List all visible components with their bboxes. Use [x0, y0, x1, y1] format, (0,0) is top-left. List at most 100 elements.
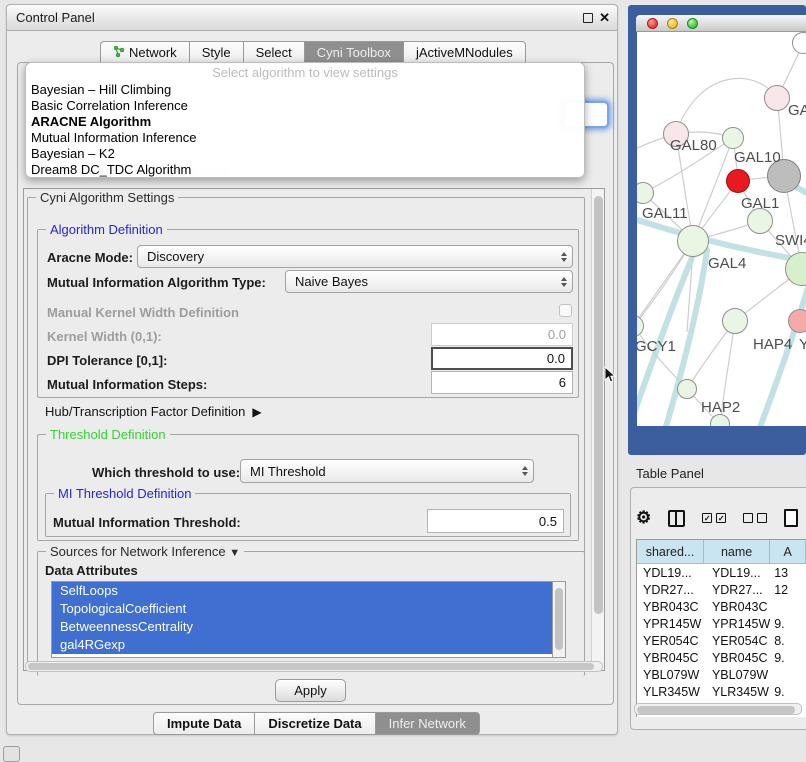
node-label-y: Y [799, 336, 806, 353]
control-panel-titlebar: Control Panel ✕ [7, 5, 617, 31]
column-header-a[interactable]: A [770, 540, 806, 564]
network-node[interactable] [788, 309, 806, 333]
mi-threshold-field[interactable]: 0.5 [427, 509, 564, 533]
minimize-button[interactable] [667, 18, 678, 29]
settings-vertical-scrollbar[interactable] [591, 189, 604, 670]
attribute-item-betweennesscentrality[interactable]: BetweennessCentrality [52, 618, 552, 636]
kernel-width-field[interactable]: 0.0 [431, 323, 573, 346]
close-button[interactable] [647, 18, 658, 29]
aracne-mode-select[interactable]: Discovery [137, 245, 573, 268]
float-window-icon[interactable] [583, 13, 593, 23]
network-node[interactable] [677, 379, 697, 399]
table-header: shared...nameA [637, 540, 806, 564]
algorithm-option-basic-correlation-inference[interactable]: Basic Correlation Inference [26, 98, 584, 114]
network-node[interactable] [722, 308, 748, 334]
table-body: YDL19...YDL19...13YDR27...YDR27...12YBR0… [637, 564, 806, 717]
node-table: shared...nameA YDL19...YDL19...13YDR27..… [636, 539, 806, 717]
attribute-item-selfloops[interactable]: SelfLoops [52, 582, 552, 600]
scrollbar-thumb[interactable] [28, 663, 594, 670]
node-label-gal: GAL [788, 102, 806, 119]
network-canvas[interactable]: GAL80GAL10GAL1GAL11SWI4GAL4GCY1HAP4YHAP2… [637, 32, 806, 426]
dpi-tolerance-label: DPI Tolerance [0,1]: [47, 353, 167, 368]
table-row[interactable]: YDR27...YDR27...12 [637, 581, 806, 598]
table-cell: YER054C [637, 632, 704, 649]
dpi-tolerance-field[interactable]: 0.0 [431, 347, 573, 370]
close-icon[interactable]: ✕ [599, 10, 610, 26]
scrollbar-thumb[interactable] [594, 196, 603, 614]
algorithm-option-bayesian-k2[interactable]: Bayesian – K2 [26, 146, 584, 162]
hub-definition-expander[interactable]: Hub/Transcription Factor Definition▶ [45, 404, 262, 419]
network-node[interactable] [764, 85, 790, 111]
list-vertical-scrollbar[interactable] [553, 581, 566, 658]
apply-button[interactable]: Apply [275, 679, 346, 702]
zoom-button[interactable] [687, 18, 698, 29]
tab-network[interactable]: Network [100, 41, 189, 64]
table-cell: YPR145W [637, 615, 704, 632]
table-row[interactable]: YBR043CYBR043C [637, 598, 806, 615]
scrollbar-thumb[interactable] [637, 706, 795, 714]
algorithm-option-mutual-information-inference[interactable]: Mutual Information Inference [26, 130, 584, 146]
scrollbar-thumb[interactable] [555, 588, 563, 650]
tab-discretize-data[interactable]: Discretize Data [254, 712, 374, 735]
deselect-all-icon[interactable] [743, 513, 767, 523]
data-attributes-label: Data Attributes [45, 563, 138, 578]
gear-icon[interactable]: ⚙ [636, 508, 651, 528]
network-window-titlebar[interactable] [636, 15, 806, 32]
expand-right-icon[interactable]: ▶ [252, 405, 261, 419]
network-edge-thick[interactable] [759, 284, 806, 426]
column-header-shared[interactable]: shared... [637, 540, 704, 564]
mi-steps-field[interactable]: 6 [431, 371, 573, 394]
minimized-panel-icon[interactable] [3, 746, 20, 762]
settings-horizontal-scrollbar[interactable] [25, 661, 603, 672]
table-row[interactable]: YDL19...YDL19...13 [637, 564, 806, 581]
table-cell: YBR045C [637, 649, 704, 666]
group-title: Sources for Network Inference ▼ [46, 544, 244, 559]
collapse-down-icon[interactable]: ▼ [229, 547, 240, 559]
tab-select[interactable]: Select [243, 41, 304, 64]
new-table-icon[interactable] [784, 509, 798, 527]
tab-label: Network [129, 45, 177, 60]
tab-jactivemnodules[interactable]: jActiveMNodules [403, 41, 526, 64]
tab-infer-network[interactable]: Infer Network [375, 712, 480, 735]
node-label-hap4: HAP4 [753, 336, 792, 353]
select-all-icon[interactable]: ✓ ✓ [702, 513, 726, 523]
table-row[interactable]: YBR045CYBR045C9. [637, 649, 806, 666]
table-cell: YBR043C [704, 598, 770, 615]
column-layout-icon[interactable] [668, 510, 685, 527]
column-header-name[interactable]: name [704, 540, 770, 564]
table-row[interactable]: YBL079WYBL079W [637, 666, 806, 683]
tab-impute-data[interactable]: Impute Data [153, 712, 254, 735]
algorithm-option-dream8-dc-tdc-algorithm[interactable]: Dream8 DC_TDC Algorithm [26, 162, 584, 178]
sources-title: Sources for Network Inference [50, 544, 226, 559]
desktop: Control Panel ✕ Inference Algorithm gal-… [0, 0, 806, 762]
which-threshold-select[interactable]: MI Threshold [240, 459, 534, 483]
tab-style[interactable]: Style [189, 41, 243, 64]
bottom-tab-bar: Impute DataDiscretize DataInfer Network [153, 712, 480, 735]
tab-cyni-toolbox[interactable]: Cyni Toolbox [304, 41, 403, 64]
table-cell: 13 [770, 564, 806, 581]
attribute-item-topologicalcoefficient[interactable]: TopologicalCoefficient [52, 600, 552, 618]
network-node[interactable] [722, 127, 744, 149]
table-row[interactable]: YER054CYER054C8. [637, 632, 806, 649]
network-view-window: GAL80GAL10GAL1GAL11SWI4GAL4GCY1HAP4YHAP2… [628, 5, 806, 455]
network-node[interactable] [677, 225, 709, 257]
network-node[interactable] [726, 169, 750, 193]
group-title: MI Threshold Definition [54, 486, 195, 501]
spinner-arrows-icon [522, 466, 528, 476]
group-title: Threshold Definition [46, 427, 170, 442]
algorithm-option-bayesian-hill-climbing[interactable]: Bayesian – Hill Climbing [26, 82, 584, 98]
network-edge[interactable] [676, 78, 777, 134]
field-value: 0.0 [547, 351, 565, 366]
which-threshold-label: Which threshold to use: [92, 465, 240, 480]
algorithm-option-aracne-algorithm[interactable]: ARACNE Algorithm [26, 114, 584, 130]
table-row[interactable]: YLR345WYLR345W9. [637, 683, 806, 700]
table-cell: YDR27... [704, 581, 770, 598]
attribute-item-gal4rgexp[interactable]: gal4RGexp [52, 636, 552, 654]
table-cell: YPR145W [704, 615, 770, 632]
mi-algorithm-type-select[interactable]: Naive Bayes [285, 270, 573, 293]
mi-type-label: Mutual Information Algorithm Type: [47, 275, 266, 290]
table-horizontal-scrollbar[interactable] [634, 703, 802, 715]
table-row[interactable]: YPR145WYPR145W9. [637, 615, 806, 632]
table-panel-title: Table Panel [636, 466, 704, 481]
manual-kernel-checkbox[interactable] [559, 304, 572, 317]
